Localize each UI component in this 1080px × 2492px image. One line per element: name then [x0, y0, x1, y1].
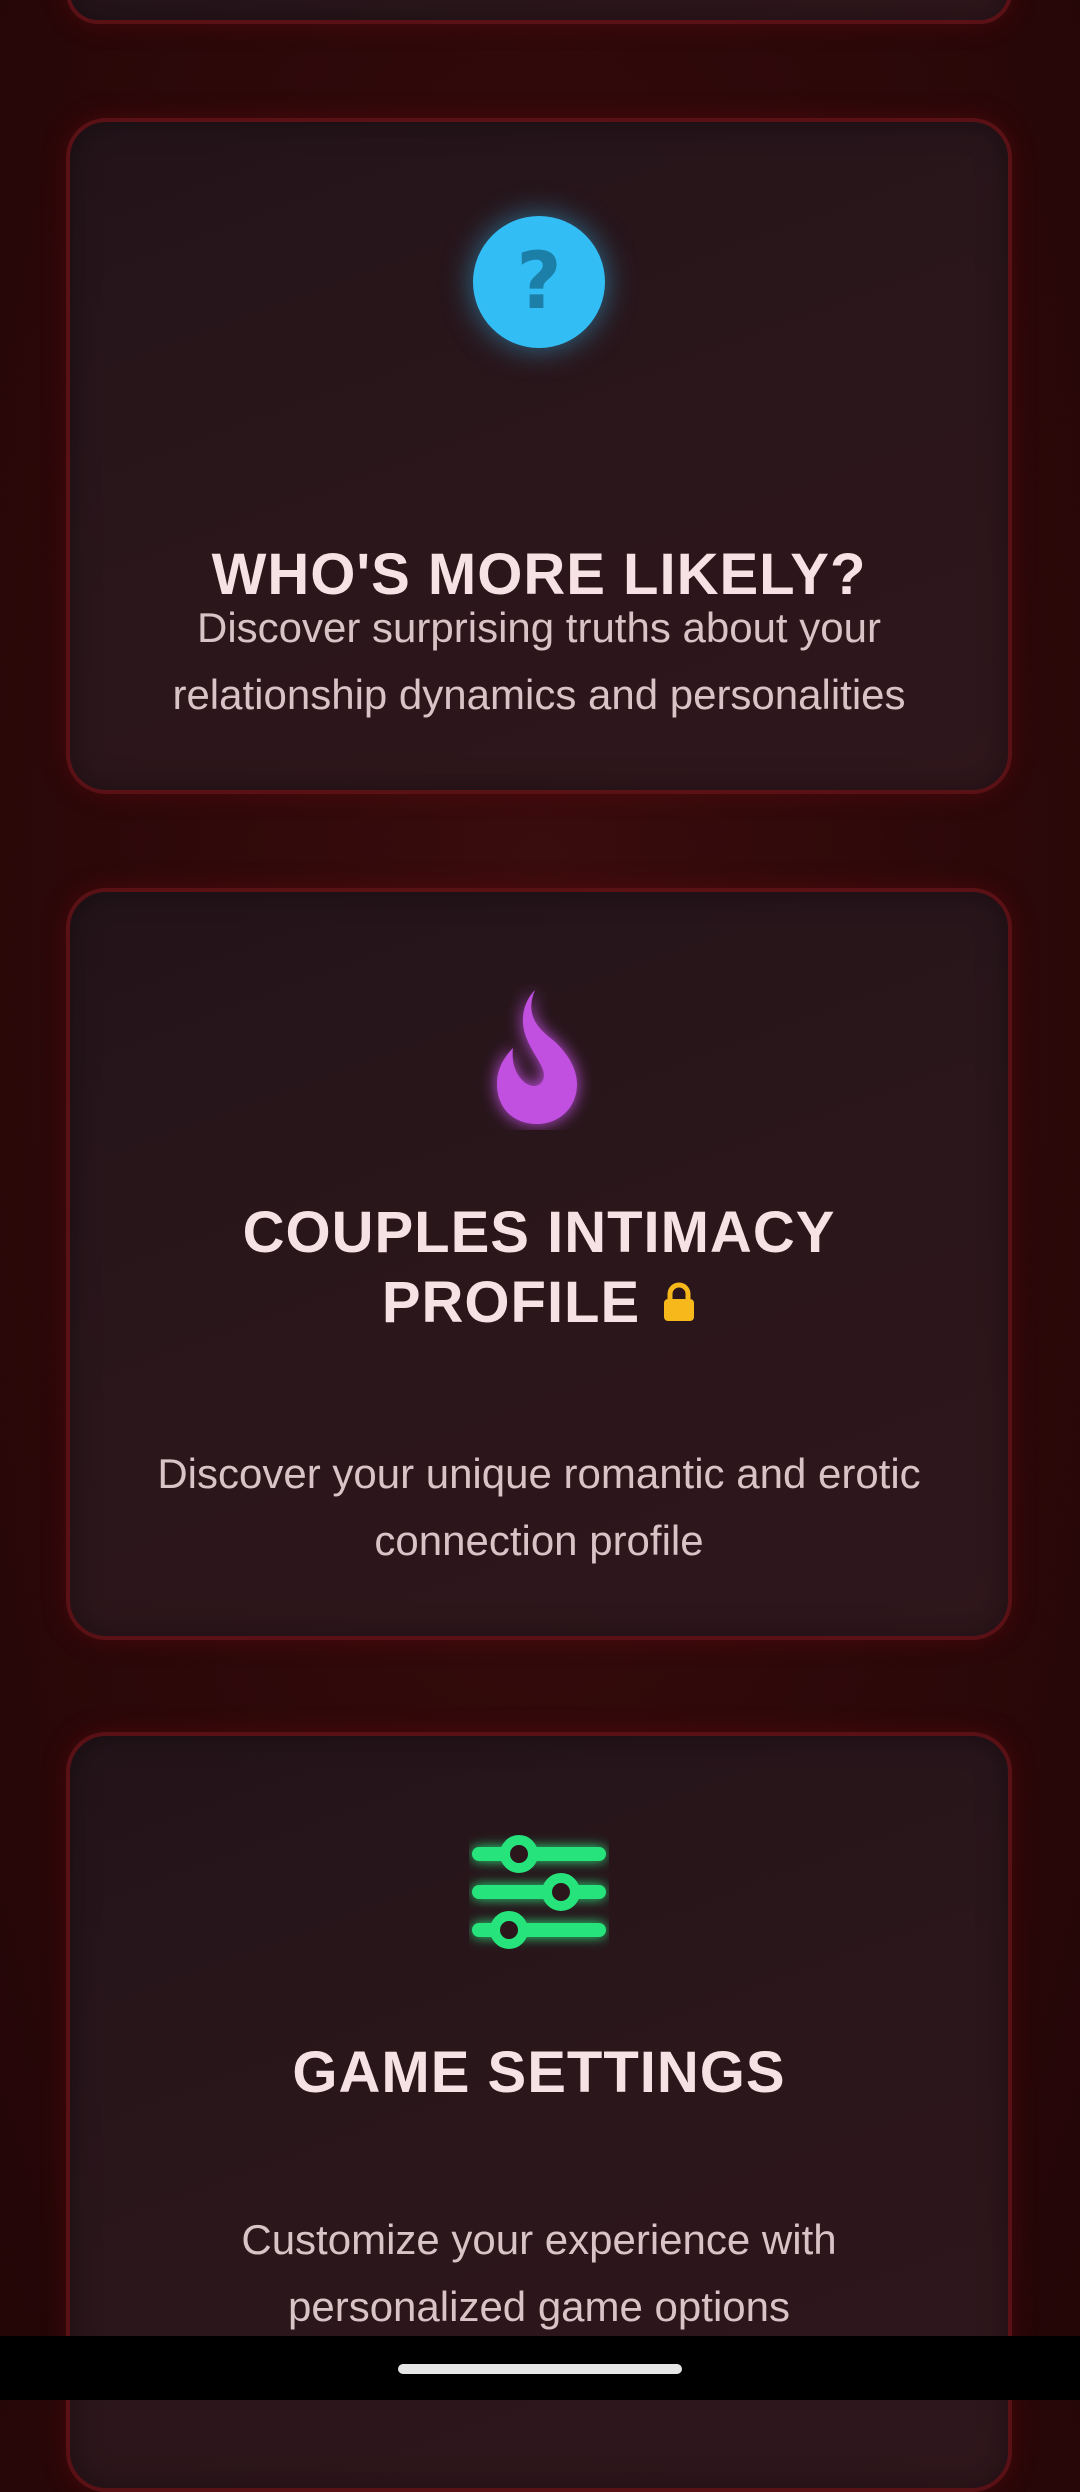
system-nav-bar [0, 2336, 1080, 2400]
sliders-icon [469, 1828, 609, 1958]
home-gesture-handle[interactable] [398, 2364, 682, 2374]
card-description: Customize your experience with personali… [241, 2216, 837, 2330]
previous-card[interactable] [66, 0, 1012, 24]
card-description: Discover surprising truths about your re… [172, 604, 906, 718]
card-couples-intimacy-profile[interactable]: COUPLES INTIMACY PROFILE Discover your u… [66, 888, 1012, 1640]
lock-icon [662, 1268, 696, 1338]
flame-icon [473, 984, 605, 1130]
question-icon: ? [473, 216, 605, 348]
card-title: GAME SETTINGS [292, 2040, 786, 2105]
card-description: Discover your unique romantic and erotic… [157, 1450, 921, 1564]
card-title: COUPLES INTIMACY PROFILE [110, 1198, 968, 1342]
card-whos-more-likely[interactable]: ? WHO'S MORE LIKELY? Discover surprising… [66, 118, 1012, 794]
